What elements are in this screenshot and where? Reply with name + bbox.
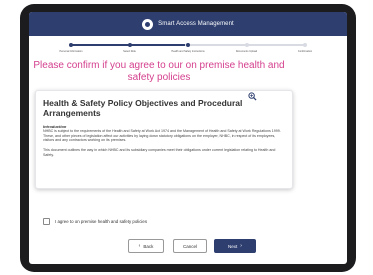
policy-heading: Health & Safety Policy Objectives and Pr… <box>43 98 243 118</box>
progress-stepper: Personal Information Select Role Health … <box>45 42 331 56</box>
step-select-role: Select Role <box>100 42 160 53</box>
step-dot <box>127 43 132 47</box>
step-dot <box>303 43 307 47</box>
page-title: Please confirm if you agree to our on pr… <box>33 60 285 83</box>
agree-checkbox[interactable] <box>43 218 50 225</box>
step-confirmation: Confirmation <box>275 42 335 53</box>
chevron-right-icon: › <box>240 242 242 249</box>
step-dot <box>244 43 249 47</box>
step-dot <box>69 43 73 47</box>
cancel-label: Cancel <box>182 243 197 249</box>
back-label: Back <box>143 243 154 249</box>
app-header: Smart Access Management <box>29 12 347 36</box>
step-dot <box>186 43 190 47</box>
agree-row[interactable]: I agree to on premise health and safety … <box>43 218 147 225</box>
app-title: Smart Access Management <box>158 21 234 27</box>
step-documents-upload: Documents Upload <box>217 42 277 53</box>
next-label: Next <box>228 243 238 249</box>
chevron-left-icon: ‹ <box>138 242 141 249</box>
step-label: Confirmation <box>297 50 313 53</box>
back-button[interactable]: ‹ Back <box>128 239 164 253</box>
cancel-button[interactable]: Cancel <box>173 239 207 253</box>
step-label: Documents Upload <box>235 50 258 53</box>
step-health-and-safety: Health and Safety Instructions <box>158 42 218 53</box>
step-label: Health and Safety Instructions <box>171 50 205 53</box>
step-label: Select Role <box>123 50 136 53</box>
step-label: Personal Information <box>59 50 83 53</box>
next-button[interactable]: Next › <box>214 239 256 253</box>
header-brand: Smart Access Management <box>142 18 234 30</box>
policy-paragraph: This document outlines the way in which … <box>43 148 276 157</box>
zoom-in-icon[interactable] <box>248 92 257 101</box>
agree-label[interactable]: I agree to on premise health and safety … <box>55 219 147 224</box>
policy-paragraph: NHBC is subject to the requirements of t… <box>43 129 281 143</box>
brand-logo-icon <box>142 18 154 30</box>
step-personal-information: Personal Information <box>41 42 101 53</box>
